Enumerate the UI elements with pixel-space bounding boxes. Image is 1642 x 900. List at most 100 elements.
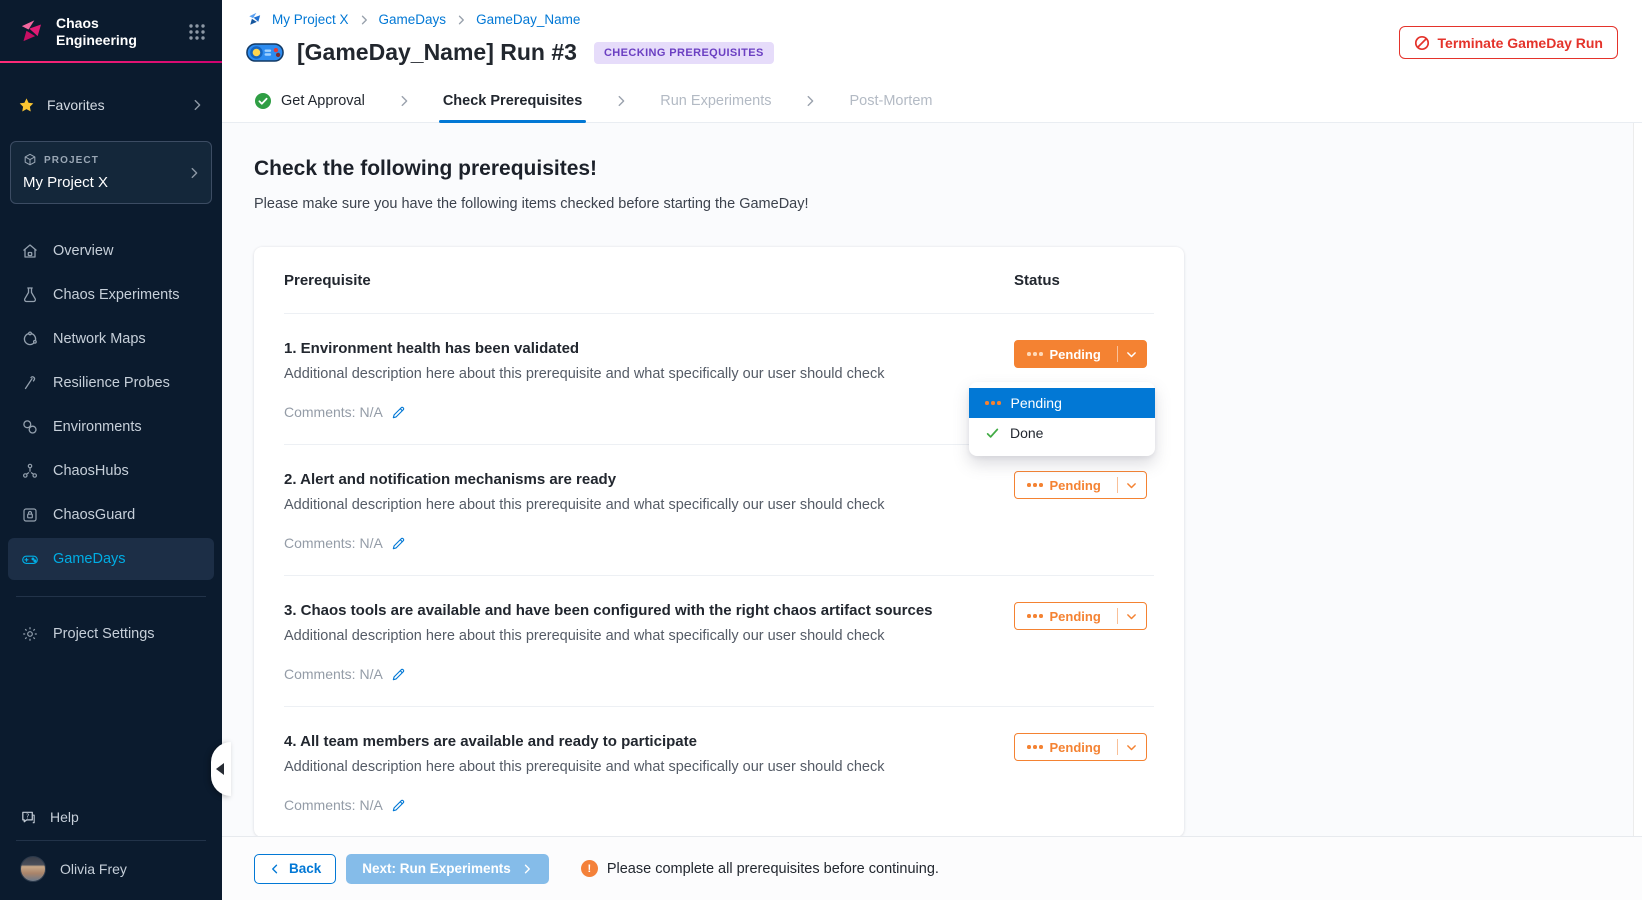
sidebar-item-gamedays[interactable]: GameDays — [8, 538, 214, 580]
comments-value: Comments: N/A — [284, 797, 383, 813]
sidebar-item-label: Network Maps — [53, 331, 146, 347]
sidebar-collapse-handle[interactable] — [211, 742, 231, 796]
edit-comment-icon[interactable] — [391, 798, 406, 813]
sidebar-help[interactable]: ? Help — [0, 794, 222, 840]
main-area: My Project X GameDays GameDay_Name [Ga — [222, 0, 1642, 900]
help-chat-icon: ? — [20, 809, 37, 826]
step-label: Run Experiments — [660, 93, 771, 109]
status-badge: CHECKING PREREQUISITES — [594, 42, 774, 64]
sidebar: Chaos Engineering Favorites — [0, 0, 222, 900]
sidebar-item-label: Environments — [53, 419, 142, 435]
project-eyebrow-label: PROJECT — [44, 155, 99, 166]
chevron-right-icon — [190, 98, 204, 112]
page-title: [GameDay_Name] Run #3 — [297, 39, 577, 66]
breadcrumb-gamedays-link[interactable]: GameDays — [379, 12, 447, 27]
prerequisite-row-4: 4. All team members are available and re… — [284, 707, 1154, 836]
back-label: Back — [289, 861, 321, 876]
sidebar-item-overview[interactable]: Overview — [8, 230, 214, 272]
chevron-left-icon — [269, 863, 281, 875]
status-label: Pending — [1050, 609, 1101, 624]
step-check-prerequisites[interactable]: Check Prerequisites — [437, 79, 588, 122]
star-icon — [18, 97, 35, 114]
status-dropdown-button[interactable]: Pending — [1014, 340, 1147, 368]
sidebar-item-label: ChaosHubs — [53, 463, 129, 479]
gamepad-icon — [21, 550, 39, 569]
prerequisite-title: 4. All team members are available and re… — [284, 733, 974, 750]
sidebar-item-resilience-probes[interactable]: Resilience Probes — [8, 362, 214, 404]
sidebar-item-label: Project Settings — [53, 626, 155, 642]
step-get-approval[interactable]: Get Approval — [248, 79, 371, 122]
breadcrumb-gameday-name-link[interactable]: GameDay_Name — [476, 12, 580, 27]
prohibit-icon — [1414, 35, 1430, 51]
step-label: Post-Mortem — [849, 93, 932, 109]
button-divider — [1117, 477, 1118, 493]
sidebar-item-network-maps[interactable]: Network Maps — [8, 318, 214, 360]
prerequisite-description: Additional description here about this p… — [284, 759, 974, 775]
dropdown-option-pending[interactable]: Pending — [969, 388, 1155, 418]
sidebar-item-chaosguard[interactable]: ChaosGuard — [8, 494, 214, 536]
cube-icon — [23, 153, 37, 167]
content-area: Check the following prerequisites! Pleas… — [222, 123, 1642, 836]
chevron-down-icon[interactable] — [1125, 479, 1138, 492]
sidebar-item-environments[interactable]: Environments — [8, 406, 214, 448]
hub-nodes-icon — [21, 462, 39, 480]
scrollbar-track[interactable] — [1633, 123, 1642, 836]
user-menu[interactable]: Olivia Frey — [0, 841, 222, 900]
svg-text:?: ? — [26, 812, 30, 820]
sidebar-item-project-settings[interactable]: Project Settings — [8, 613, 214, 655]
sidebar-header: Chaos Engineering — [0, 0, 222, 61]
step-separator-icon — [614, 79, 628, 122]
favorites-label: Favorites — [47, 97, 105, 113]
probe-icon — [21, 374, 39, 392]
footer-warning: ! Please complete all prerequisites befo… — [581, 860, 939, 877]
chevron-down-icon[interactable] — [1125, 348, 1138, 361]
edit-comment-icon[interactable] — [391, 536, 406, 551]
project-selector[interactable]: PROJECT My Project X — [10, 141, 212, 204]
environments-icon — [21, 418, 39, 436]
back-button[interactable]: Back — [254, 854, 336, 884]
sidebar-favorites[interactable]: Favorites — [0, 85, 222, 125]
terminate-gameday-button[interactable]: Terminate GameDay Run — [1399, 26, 1618, 59]
edit-comment-icon[interactable] — [391, 405, 406, 420]
sidebar-item-chaos-experiments[interactable]: Chaos Experiments — [8, 274, 214, 316]
sidebar-item-label: ChaosGuard — [53, 507, 135, 523]
status-label: Pending — [1050, 347, 1101, 362]
sidebar-item-label: Chaos Experiments — [53, 287, 180, 303]
breadcrumb-project-link[interactable]: My Project X — [272, 12, 349, 27]
status-dropdown-menu: Pending Done — [969, 382, 1155, 456]
flask-icon — [21, 286, 39, 304]
home-icon — [21, 242, 39, 260]
status-dropdown-button[interactable]: Pending — [1014, 471, 1147, 499]
brand-accent-line — [0, 61, 222, 63]
content-heading: Check the following prerequisites! — [254, 157, 1642, 181]
chevron-down-icon[interactable] — [1125, 741, 1138, 754]
status-label: Pending — [1050, 740, 1101, 755]
next-run-experiments-button[interactable]: Next: Run Experiments — [346, 854, 549, 884]
status-dropdown-button[interactable]: Pending — [1014, 602, 1147, 630]
button-divider — [1117, 346, 1118, 362]
sidebar-item-chaoshubs[interactable]: ChaosHubs — [8, 450, 214, 492]
module-grid-icon[interactable] — [188, 23, 206, 41]
check-circle-icon — [254, 92, 272, 110]
user-avatar — [20, 856, 46, 882]
dropdown-option-done[interactable]: Done — [969, 418, 1155, 448]
edit-comment-icon[interactable] — [391, 667, 406, 682]
column-prerequisite: Prerequisite — [284, 272, 1014, 289]
pending-dots-icon — [985, 401, 1001, 405]
sidebar-item-label: Resilience Probes — [53, 375, 170, 391]
prerequisite-description: Additional description here about this p… — [284, 497, 974, 513]
run-stepper: Get Approval Check Prerequisites Run Exp… — [222, 79, 1642, 123]
comments-value: Comments: N/A — [284, 535, 383, 551]
status-dropdown-button[interactable]: Pending — [1014, 733, 1147, 761]
next-label: Next: Run Experiments — [362, 861, 511, 876]
step-post-mortem[interactable]: Post-Mortem — [843, 79, 938, 122]
chevron-right-icon — [187, 166, 201, 180]
option-label: Pending — [1011, 395, 1062, 411]
prerequisite-description: Additional description here about this p… — [284, 366, 974, 382]
project-name: My Project X — [23, 174, 199, 191]
chevron-down-icon[interactable] — [1125, 610, 1138, 623]
prerequisite-title: 1. Environment health has been validated — [284, 340, 974, 357]
step-run-experiments[interactable]: Run Experiments — [654, 79, 777, 122]
warning-icon: ! — [581, 860, 598, 877]
prerequisite-title: 3. Chaos tools are available and have be… — [284, 602, 974, 619]
